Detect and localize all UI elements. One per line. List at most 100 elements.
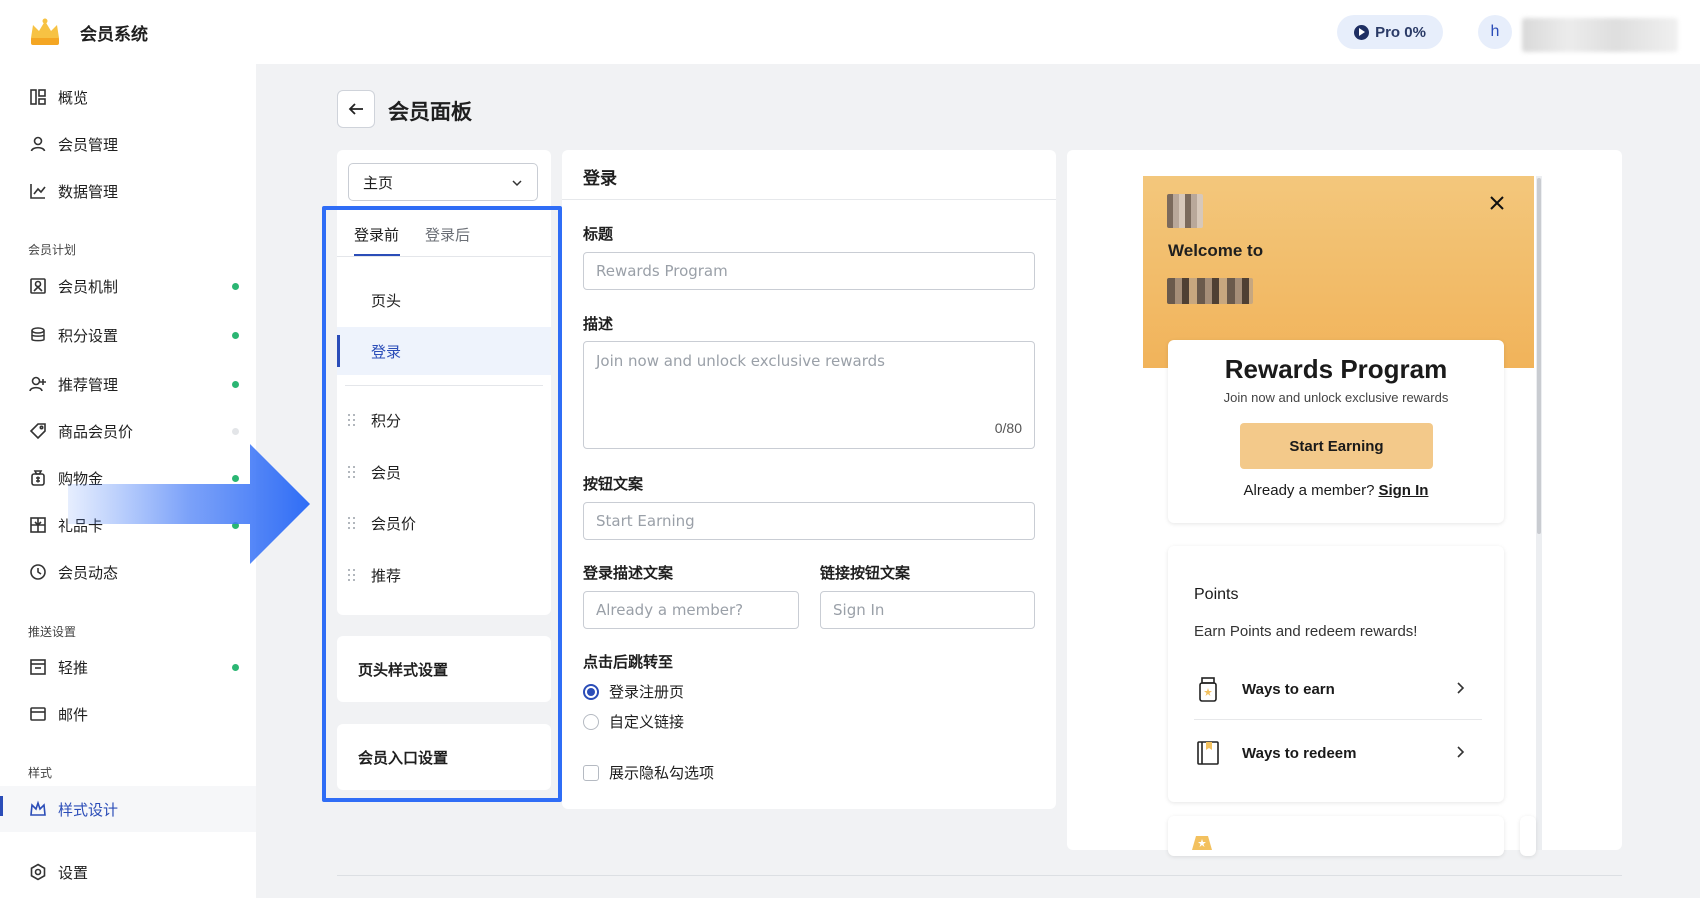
app-title: 会员系统 [80, 25, 148, 45]
section-item-referral[interactable]: 推荐 [337, 551, 551, 599]
section-item-points[interactable]: 积分 [337, 396, 551, 444]
tab-before-login[interactable]: 登录前 [354, 224, 399, 245]
redirect-label: 点击后跳转至 [583, 653, 674, 671]
sidebar-item-label: 样式设计 [58, 800, 119, 819]
sidebar-item-label: 会员动态 [58, 563, 119, 582]
badge-icon [1192, 836, 1212, 850]
play-icon [1354, 24, 1370, 40]
login-desc-input[interactable] [583, 591, 799, 629]
radio-login-page[interactable]: 登录注册页 [583, 681, 684, 702]
status-dot [232, 664, 239, 671]
back-button[interactable] [337, 90, 375, 128]
description-textarea[interactable] [583, 341, 1035, 449]
drag-handle-icon[interactable] [348, 569, 356, 581]
sidebar-item-overview[interactable]: 概览 [0, 77, 256, 117]
sidebar-item-label: 邮件 [58, 705, 89, 724]
title-input[interactable] [583, 252, 1035, 290]
sidebar-item-points[interactable]: 积分设置 [0, 315, 256, 355]
page-select-value: 主页 [363, 173, 394, 192]
avatar[interactable]: h [1478, 15, 1512, 49]
privacy-checkbox-row[interactable]: 展示隐私勾选项 [583, 762, 714, 783]
drag-handle-icon[interactable] [348, 517, 356, 529]
rewards-title: Rewards Program [1224, 354, 1448, 384]
member-text: Already a member? [1243, 482, 1375, 499]
sidebar-item-label: 概览 [58, 88, 89, 107]
section-label-push: 推送设置 [28, 625, 77, 639]
section-label-style: 样式 [28, 766, 53, 780]
start-earning-button[interactable]: Start Earning [1240, 423, 1433, 469]
section-item-member[interactable]: 会员 [337, 448, 551, 496]
scrollbar-thumb[interactable] [1537, 178, 1541, 534]
close-icon[interactable] [1488, 194, 1506, 212]
gift-card-icon [28, 515, 48, 535]
ways-to-earn-row[interactable]: Ways to earn [1194, 659, 1482, 719]
nudge-icon [28, 657, 48, 677]
sidebar-item-style-design[interactable]: 样式设计 [0, 786, 256, 832]
jar-icon [1199, 677, 1217, 702]
crown-logo-icon [31, 18, 59, 45]
header-style-label: 页头样式设置 [358, 661, 449, 679]
ways-to-earn-label: Ways to earn [1242, 680, 1335, 698]
button-text-input[interactable] [583, 502, 1035, 540]
page-title: 会员面板 [388, 100, 472, 124]
entry-settings-label: 会员入口设置 [358, 749, 449, 767]
section-item-label: 积分 [371, 411, 402, 430]
section-item-label: 会员价 [371, 514, 417, 533]
privacy-checkbox[interactable] [583, 764, 599, 781]
next-preview-card [1168, 816, 1504, 856]
section-item-member-price[interactable]: 会员价 [337, 499, 551, 547]
button-text-label: 按钮文案 [583, 475, 644, 493]
tab-after-login[interactable]: 登录后 [425, 224, 470, 245]
sidebar-item-members[interactable]: 会员管理 [0, 124, 256, 164]
ways-to-redeem-row[interactable]: Ways to redeem [1194, 723, 1482, 783]
status-dot [232, 428, 239, 435]
sidebar-item-label: 商品会员价 [58, 422, 134, 441]
chevron-right-icon [1457, 682, 1465, 694]
points-subtitle: Earn Points and redeem rewards! [1194, 623, 1418, 640]
sidebar-item-label: 轻推 [58, 658, 89, 677]
sidebar-item-label: 会员机制 [58, 277, 119, 296]
sidebar-item-data[interactable]: 数据管理 [0, 171, 256, 211]
crown-icon [28, 799, 48, 819]
section-item-label: 会员 [371, 463, 402, 482]
section-item-login[interactable]: 登录 [337, 327, 551, 375]
tag-icon [28, 421, 48, 441]
sidebar-item-mechanism[interactable]: 会员机制 [0, 266, 256, 306]
radio-button[interactable] [583, 683, 599, 700]
sidebar-item-nudge[interactable]: 轻推 [0, 647, 256, 687]
radio-custom-link[interactable]: 自定义链接 [583, 711, 684, 732]
sidebar-item-mail[interactable]: 邮件 [0, 694, 256, 734]
grid-icon [28, 87, 48, 107]
section-item-header[interactable]: 页头 [337, 276, 551, 324]
sidebar-item-label: 数据管理 [58, 182, 119, 201]
radio-label: 自定义链接 [609, 713, 685, 731]
arrow-left-icon [348, 103, 363, 115]
tab-divider [337, 256, 551, 257]
ways-to-redeem-label: Ways to redeem [1242, 744, 1357, 762]
page-select[interactable]: 主页 [348, 163, 538, 201]
mail-icon [28, 704, 48, 724]
sidebar-item-referral[interactable]: 推荐管理 [0, 364, 256, 404]
link-button-input[interactable] [820, 591, 1035, 629]
top-bar: 会员系统 Pro 0% h [0, 0, 1700, 64]
title-label: 标题 [583, 225, 614, 243]
radio-button[interactable] [583, 713, 599, 730]
blurred-store-logo [1167, 194, 1203, 228]
pro-label: Pro 0% [1375, 23, 1426, 41]
chart-icon [28, 181, 48, 201]
sign-in-link[interactable]: Sign In [1378, 482, 1428, 499]
drag-handle-icon[interactable] [348, 466, 356, 478]
next-preview-card-edge [1520, 816, 1536, 856]
login-desc-label: 登录描述文案 [583, 564, 674, 582]
status-dot [232, 283, 239, 290]
description-label: 描述 [583, 315, 614, 333]
section-label-plan: 会员计划 [28, 243, 77, 257]
money-bag-icon [28, 468, 48, 488]
blurred-store-name [1167, 278, 1253, 304]
welcome-text: Welcome to [1168, 241, 1264, 260]
sidebar-item-settings[interactable]: 设置 [0, 852, 256, 892]
user-icon [28, 134, 48, 154]
pro-badge[interactable]: Pro 0% [1337, 15, 1443, 49]
drag-handle-icon[interactable] [348, 414, 356, 426]
divider [345, 385, 543, 386]
